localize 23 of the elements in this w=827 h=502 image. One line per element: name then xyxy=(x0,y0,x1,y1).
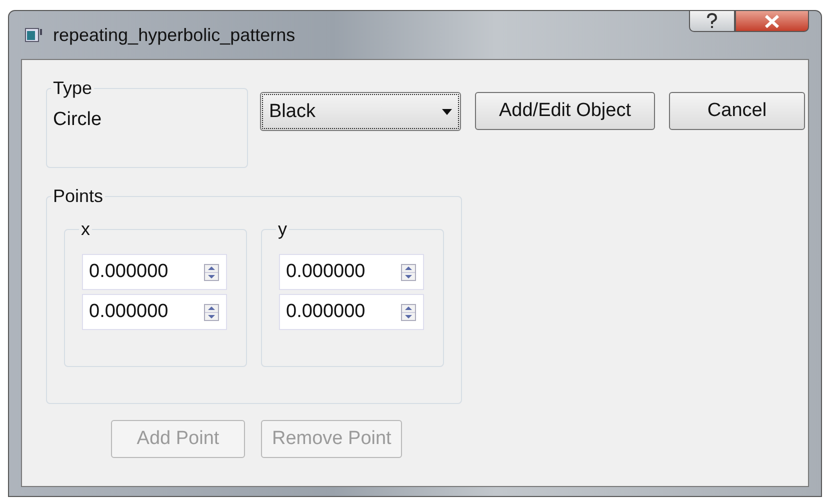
group-title: Type xyxy=(52,78,94,99)
spin-box[interactable]: 0.000000 xyxy=(279,254,424,290)
window-title: repeating_hyperbolic_patterns xyxy=(53,24,296,46)
group-title: y xyxy=(277,219,288,240)
dialog-button[interactable]: Add/Edit Object xyxy=(475,92,655,130)
close-icon xyxy=(764,14,780,28)
spin-arrows-icon xyxy=(401,264,416,280)
close-button[interactable] xyxy=(735,10,809,32)
app-icon xyxy=(25,28,43,42)
dialog-button[interactable]: Cancel xyxy=(669,92,805,130)
spin-arrows-icon xyxy=(401,304,416,320)
help-button[interactable] xyxy=(689,10,735,32)
spin-arrows-icon xyxy=(204,304,219,320)
spin-box[interactable]: 0.000000 xyxy=(82,254,227,290)
color-dropdown[interactable]: Black xyxy=(260,92,461,131)
type-value: Circle xyxy=(53,109,103,131)
spin-box[interactable]: 0.000000 xyxy=(279,294,424,330)
spin-arrows-icon xyxy=(204,264,219,280)
group-title: x xyxy=(80,219,91,240)
help-icon xyxy=(706,13,718,29)
spin-box[interactable]: 0.000000 xyxy=(82,294,227,330)
group-title: Points xyxy=(52,186,104,207)
caret-icon xyxy=(442,108,452,114)
